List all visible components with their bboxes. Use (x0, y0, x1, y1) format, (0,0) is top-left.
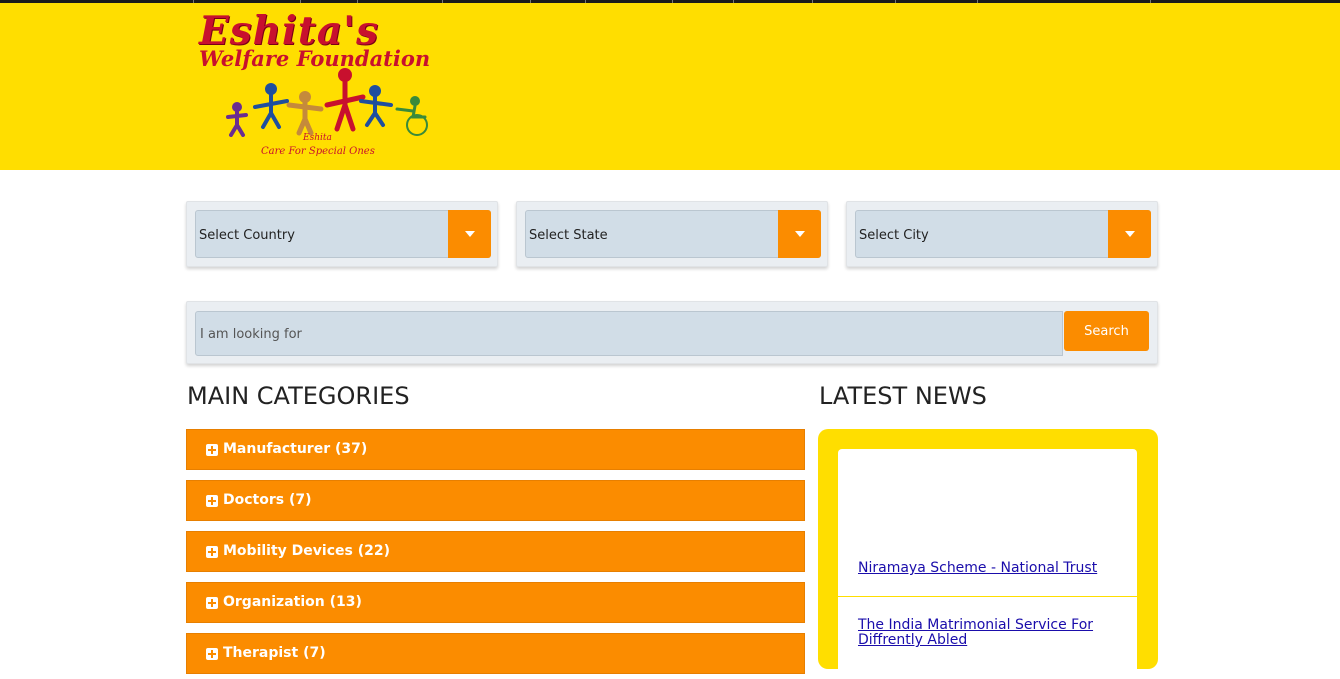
main-categories-heading: MAIN CATEGORIES (187, 382, 410, 410)
plus-square-icon (206, 546, 218, 558)
city-select-value: Select City (859, 228, 929, 243)
search-placeholder: I am looking for (200, 327, 302, 342)
category-item[interactable]: Therapist (7) (186, 633, 805, 674)
country-select[interactable]: Select Country (195, 210, 491, 258)
category-label: Therapist (7) (223, 645, 326, 661)
category-item[interactable]: Doctors (7) (186, 480, 805, 521)
logo-title: Eshita's (199, 8, 380, 54)
search-bar: I am looking for Search (186, 301, 1158, 364)
family-figures-icon (226, 68, 428, 137)
plus-square-icon (206, 597, 218, 609)
city-select[interactable]: Select City (855, 210, 1151, 258)
country-select-value: Select Country (199, 228, 295, 243)
search-button[interactable]: Search (1064, 311, 1149, 351)
category-item[interactable]: Organization (13) (186, 582, 805, 623)
logo-tagline: Care For Special Ones (261, 146, 375, 157)
news-list: Niramaya Scheme - National Trust The Ind… (838, 449, 1137, 679)
category-label: Mobility Devices (22) (223, 543, 390, 559)
chevron-down-icon[interactable] (448, 210, 491, 258)
news-divider (838, 596, 1137, 597)
country-select-box: Select Country (186, 201, 498, 267)
state-select-value: Select State (529, 228, 608, 243)
category-label: Organization (13) (223, 594, 362, 610)
chevron-down-icon[interactable] (778, 210, 821, 258)
category-label: Manufacturer (37) (223, 441, 368, 457)
state-select[interactable]: Select State (525, 210, 821, 258)
logo-tagline-name: Eshita (303, 133, 332, 143)
site-header: Eshita's Welfare Foundation Eshita Care … (0, 3, 1340, 170)
plus-square-icon (206, 495, 218, 507)
category-label: Doctors (7) (223, 492, 312, 508)
category-item[interactable]: Manufacturer (37) (186, 429, 805, 470)
chevron-down-icon[interactable] (1108, 210, 1151, 258)
news-link[interactable]: Niramaya Scheme - National Trust (858, 561, 1118, 576)
search-input[interactable]: I am looking for (195, 311, 1063, 356)
city-select-box: Select City (846, 201, 1158, 267)
plus-square-icon (206, 444, 218, 456)
latest-news-heading: LATEST NEWS (819, 382, 987, 410)
news-link[interactable]: The India Matrimonial Service For Diffre… (858, 618, 1118, 648)
site-logo[interactable]: Eshita's Welfare Foundation Eshita Care … (195, 9, 465, 164)
state-select-box: Select State (516, 201, 828, 267)
latest-news-panel: Niramaya Scheme - National Trust The Ind… (818, 429, 1158, 679)
category-item[interactable]: Mobility Devices (22) (186, 531, 805, 572)
